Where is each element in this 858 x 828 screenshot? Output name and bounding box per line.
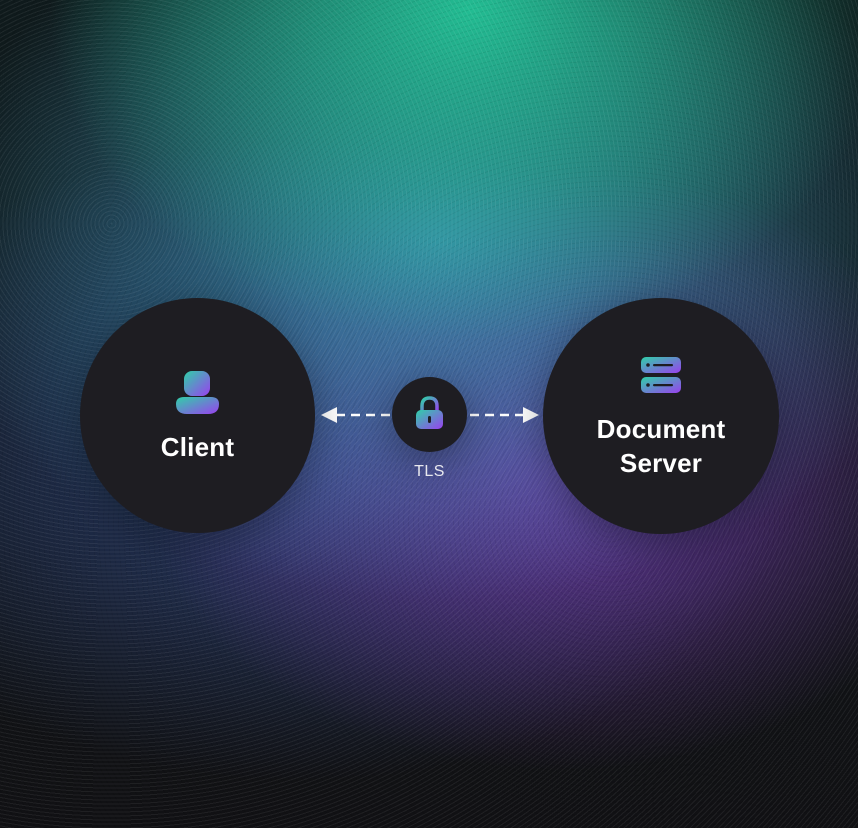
right-arrow — [470, 407, 539, 423]
left-arrow — [321, 407, 390, 423]
server-label-line2: Server — [619, 448, 703, 478]
tls-label: TLS — [414, 463, 445, 480]
tls-lock-node — [392, 377, 467, 452]
server-label-line1: Document — [596, 414, 726, 444]
client-node — [80, 298, 315, 533]
client-label: Client — [160, 432, 235, 462]
